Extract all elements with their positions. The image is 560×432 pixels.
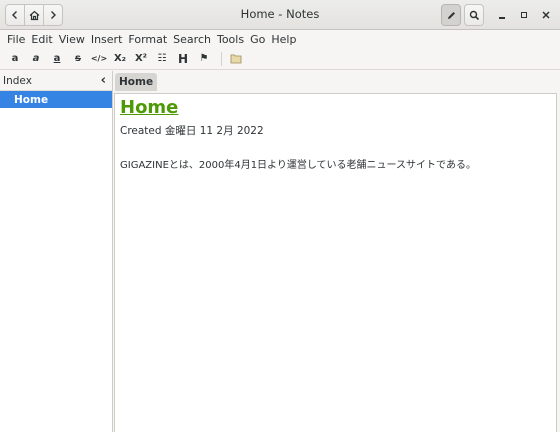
search-button[interactable] (464, 4, 484, 26)
menu-file[interactable]: File (4, 33, 28, 46)
subscript-button[interactable]: X₂ (111, 50, 129, 68)
emphasis-button[interactable]: a (27, 50, 45, 68)
page-body-text[interactable]: GIGAZINEとは、2000年4月1日より運営している老舗ニュースサイトである… (120, 156, 551, 171)
format-toolbar: a a a s </> X₂ X² ☷ H ⚑ (0, 48, 560, 70)
index-item-label: Home (14, 93, 49, 106)
menu-edit[interactable]: Edit (28, 33, 55, 46)
code-icon: </> (90, 54, 108, 63)
verbatim-button[interactable]: </> (90, 50, 108, 68)
forward-button[interactable] (43, 4, 63, 26)
maximize-button[interactable] (514, 5, 534, 25)
chevron-right-icon (51, 11, 56, 19)
menu-bar: File Edit View Insert Format Search Tool… (0, 30, 560, 48)
superscript-icon: X² (134, 53, 148, 64)
mark-button[interactable]: a (48, 50, 66, 68)
page-title[interactable]: Home (120, 97, 551, 119)
edit-toggle-button[interactable] (441, 4, 461, 26)
heading-button[interactable]: H (174, 50, 192, 68)
tab-home[interactable]: Home (115, 73, 158, 91)
strong-button[interactable]: a (6, 50, 24, 68)
style-icon: ⚑ (199, 53, 209, 64)
menu-insert[interactable]: Insert (88, 33, 126, 46)
collapse-sidebar-icon[interactable]: ‹ (101, 73, 106, 88)
window-title: Home - Notes (240, 7, 320, 21)
subscript-icon: X₂ (113, 53, 127, 64)
heading-icon: H (177, 51, 189, 66)
nav-button-group (5, 4, 63, 26)
attach-button[interactable] (227, 50, 245, 68)
header-bar: Home - Notes (0, 0, 560, 30)
menu-go[interactable]: Go (247, 33, 268, 46)
maximize-icon (521, 12, 527, 18)
bullet-list-button[interactable]: ☷ (153, 50, 171, 68)
index-item-home[interactable]: Home (0, 91, 112, 108)
underline-icon: a (53, 53, 61, 64)
bullet-list-icon: ☷ (157, 53, 167, 64)
index-header: Index ‹ (0, 71, 112, 91)
bold-icon: a (11, 53, 19, 64)
strikethrough-icon: s (75, 53, 81, 64)
chevron-left-icon (12, 11, 17, 19)
close-button[interactable] (536, 5, 556, 25)
pencil-icon (447, 11, 455, 19)
tab-label: Home (119, 76, 154, 88)
superscript-button[interactable]: X² (132, 50, 150, 68)
page-tab-strip: Home (114, 71, 560, 93)
page-editor[interactable]: Home Created 金曜日 11 2月 2022 GIGAZINEとは、2… (114, 93, 557, 432)
minimize-button[interactable] (492, 5, 512, 25)
style-button[interactable]: ⚑ (195, 50, 213, 68)
menu-format[interactable]: Format (125, 33, 170, 46)
created-date: Created 金曜日 11 2月 2022 (120, 125, 264, 137)
toolbar-separator (221, 51, 222, 66)
menu-search[interactable]: Search (170, 33, 214, 46)
folder-icon (230, 54, 242, 64)
menu-view[interactable]: View (56, 33, 88, 46)
index-label: Index (3, 74, 32, 87)
minimize-icon (499, 16, 505, 19)
menu-help[interactable]: Help (268, 33, 299, 46)
strike-button[interactable]: s (69, 50, 87, 68)
close-icon (542, 11, 550, 19)
index-sidebar: Index ‹ Home (0, 71, 113, 432)
home-button[interactable] (24, 4, 44, 26)
menu-tools[interactable]: Tools (214, 33, 247, 46)
italic-icon: a (32, 53, 40, 64)
home-icon (29, 10, 39, 20)
search-icon (469, 10, 479, 20)
back-button[interactable] (5, 4, 25, 26)
